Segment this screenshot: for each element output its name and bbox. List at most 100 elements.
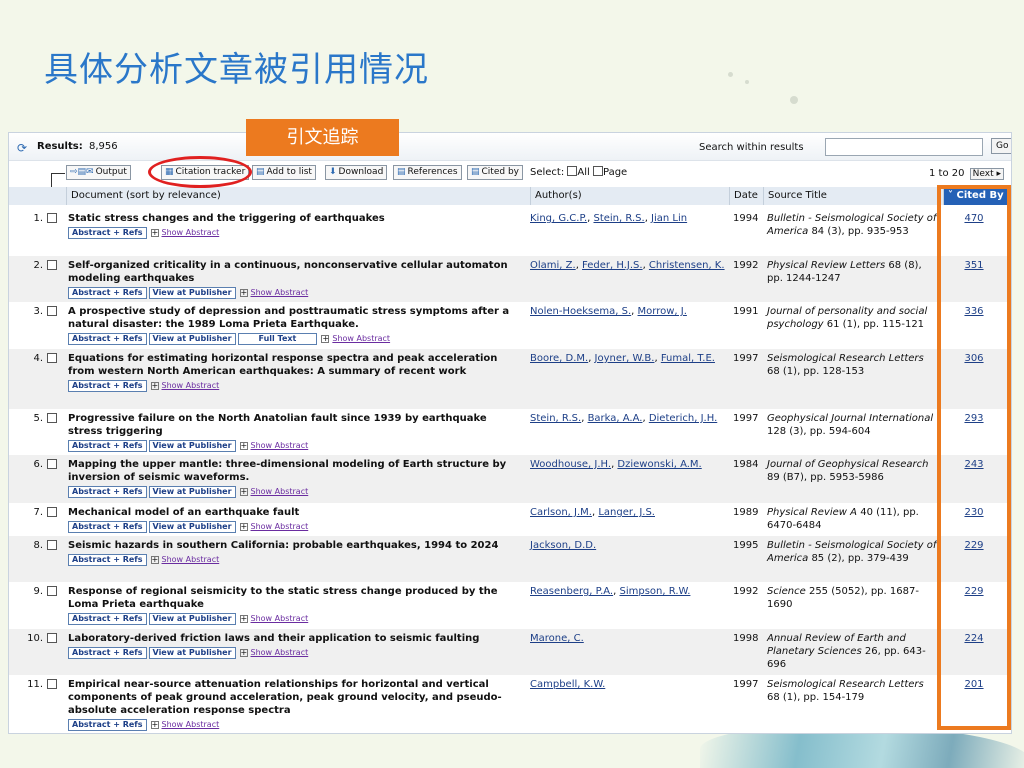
row-checkbox[interactable] (47, 213, 57, 226)
author-link[interactable]: Olami, Z. (530, 260, 576, 271)
author-link[interactable]: Barka, A.A. (588, 413, 643, 424)
refresh-icon[interactable]: ⟳ (17, 141, 27, 155)
download-button[interactable]: ⬇ Download (325, 165, 388, 180)
show-abstract-link[interactable]: Show Abstract (332, 334, 390, 343)
expand-icon[interactable]: + (150, 556, 159, 564)
view-publisher-link[interactable]: View at Publisher (148, 521, 236, 533)
author-link[interactable]: Langer, J.S. (598, 507, 655, 518)
author-link[interactable]: Stein, R.S. (593, 213, 644, 224)
expand-icon[interactable]: + (239, 523, 248, 531)
cited-by-count-link[interactable]: 351 (949, 259, 999, 272)
view-publisher-link[interactable]: View at Publisher (148, 613, 236, 625)
author-link[interactable]: Joyner, W.B. (595, 353, 655, 364)
author-link[interactable]: Jackson, D.D. (530, 540, 596, 551)
expand-icon[interactable]: + (321, 335, 330, 343)
abstract-refs-link[interactable]: Abstract + Refs (68, 613, 147, 625)
citation-tracker-button[interactable]: ▦ Citation tracker (161, 165, 250, 180)
row-checkbox[interactable] (47, 507, 57, 520)
abstract-refs-link[interactable]: Abstract + Refs (68, 486, 147, 498)
view-publisher-link[interactable]: View at Publisher (148, 333, 236, 345)
document-title[interactable]: Empirical near-source attenuation relati… (68, 678, 520, 717)
row-checkbox[interactable] (47, 586, 57, 599)
document-title[interactable]: Self-organized criticality in a continuo… (68, 259, 520, 285)
author-link[interactable]: Reasenberg, P.A. (530, 586, 613, 597)
search-within-input[interactable] (825, 138, 983, 156)
cited-by-count-link[interactable]: 229 (949, 585, 999, 598)
abstract-refs-link[interactable]: Abstract + Refs (68, 287, 147, 299)
expand-icon[interactable]: + (239, 649, 248, 657)
abstract-refs-link[interactable]: Abstract + Refs (68, 719, 147, 731)
row-checkbox[interactable] (47, 633, 57, 646)
row-checkbox[interactable] (47, 260, 57, 273)
cited-by-count-link[interactable]: 306 (949, 352, 999, 365)
cited-by-count-link[interactable]: 201 (949, 678, 999, 691)
cited-by-count-link[interactable]: 224 (949, 632, 999, 645)
column-cited-by[interactable]: ˅ Cited By (943, 187, 1011, 205)
author-link[interactable]: Fumal, T.E. (661, 353, 715, 364)
cited-by-count-link[interactable]: 230 (949, 506, 999, 519)
abstract-refs-link[interactable]: Abstract + Refs (68, 554, 147, 566)
document-title[interactable]: Laboratory-derived friction laws and the… (68, 632, 520, 645)
view-publisher-link[interactable]: View at Publisher (148, 287, 236, 299)
author-link[interactable]: Feder, H.J.S. (582, 260, 643, 271)
row-checkbox[interactable] (47, 353, 57, 366)
author-link[interactable]: Christensen, K. (649, 260, 725, 271)
author-link[interactable]: Morrow, J. (638, 306, 687, 317)
show-abstract-link[interactable]: Show Abstract (162, 555, 220, 564)
view-publisher-link[interactable]: View at Publisher (148, 647, 236, 659)
abstract-refs-link[interactable]: Abstract + Refs (68, 521, 147, 533)
author-link[interactable]: Dieterich, J.H. (649, 413, 717, 424)
column-date[interactable]: Date (729, 187, 763, 205)
expand-icon[interactable]: + (239, 442, 248, 450)
document-title[interactable]: Equations for estimating horizontal resp… (68, 352, 520, 378)
abstract-refs-link[interactable]: Abstract + Refs (68, 333, 147, 345)
document-title[interactable]: Mapping the upper mantle: three-dimensio… (68, 458, 520, 484)
view-publisher-link[interactable]: View at Publisher (148, 486, 236, 498)
abstract-refs-link[interactable]: Abstract + Refs (68, 227, 147, 239)
document-title[interactable]: Static stress changes and the triggering… (68, 212, 520, 225)
author-link[interactable]: Stein, R.S. (530, 413, 581, 424)
select-page-checkbox[interactable] (593, 166, 603, 176)
row-checkbox[interactable] (47, 459, 57, 472)
cited-by-count-link[interactable]: 336 (949, 305, 999, 318)
show-abstract-link[interactable]: Show Abstract (162, 720, 220, 729)
row-checkbox[interactable] (47, 540, 57, 553)
abstract-refs-link[interactable]: Abstract + Refs (68, 647, 147, 659)
document-title[interactable]: Mechanical model of an earthquake fault (68, 506, 520, 519)
abstract-refs-link[interactable]: Abstract + Refs (68, 380, 147, 392)
expand-icon[interactable]: + (150, 229, 159, 237)
show-abstract-link[interactable]: Show Abstract (251, 441, 309, 450)
expand-icon[interactable]: + (239, 488, 248, 496)
document-title[interactable]: Response of regional seismicity to the s… (68, 585, 520, 611)
document-title[interactable]: Progressive failure on the North Anatoli… (68, 412, 520, 438)
cited-by-count-link[interactable]: 293 (949, 412, 999, 425)
show-abstract-link[interactable]: Show Abstract (251, 288, 309, 297)
show-abstract-link[interactable]: Show Abstract (251, 522, 309, 531)
cited-by-count-link[interactable]: 243 (949, 458, 999, 471)
author-link[interactable]: Campbell, K.W. (530, 679, 605, 690)
show-abstract-link[interactable]: Show Abstract (251, 648, 309, 657)
cited-by-count-link[interactable]: 470 (949, 212, 999, 225)
column-document[interactable]: Document (sort by relevance) (66, 187, 530, 205)
output-button[interactable]: ⇨▤✉ Output (66, 165, 131, 180)
show-abstract-link[interactable]: Show Abstract (162, 381, 220, 390)
document-title[interactable]: A prospective study of depression and po… (68, 305, 520, 331)
cited-by-button[interactable]: ▤ Cited by (467, 165, 523, 180)
show-abstract-link[interactable]: Show Abstract (162, 228, 220, 237)
column-authors[interactable]: Author(s) (530, 187, 729, 205)
author-link[interactable]: Marone, C. (530, 633, 584, 644)
view-publisher-link[interactable]: View at Publisher (148, 440, 236, 452)
references-button[interactable]: ▤ References (393, 165, 462, 180)
go-button[interactable]: Go (991, 138, 1011, 154)
show-abstract-link[interactable]: Show Abstract (251, 487, 309, 496)
author-link[interactable]: Woodhouse, J.H. (530, 459, 611, 470)
abstract-refs-link[interactable]: Abstract + Refs (68, 440, 147, 452)
expand-icon[interactable]: + (239, 289, 248, 297)
author-link[interactable]: Jian Lin (651, 213, 687, 224)
row-checkbox[interactable] (47, 306, 57, 319)
expand-icon[interactable]: + (150, 382, 159, 390)
show-abstract-link[interactable]: Show Abstract (251, 614, 309, 623)
column-source[interactable]: Source Title (763, 187, 943, 205)
author-link[interactable]: Boore, D.M. (530, 353, 588, 364)
full-text-link[interactable]: Full Text (237, 333, 318, 345)
